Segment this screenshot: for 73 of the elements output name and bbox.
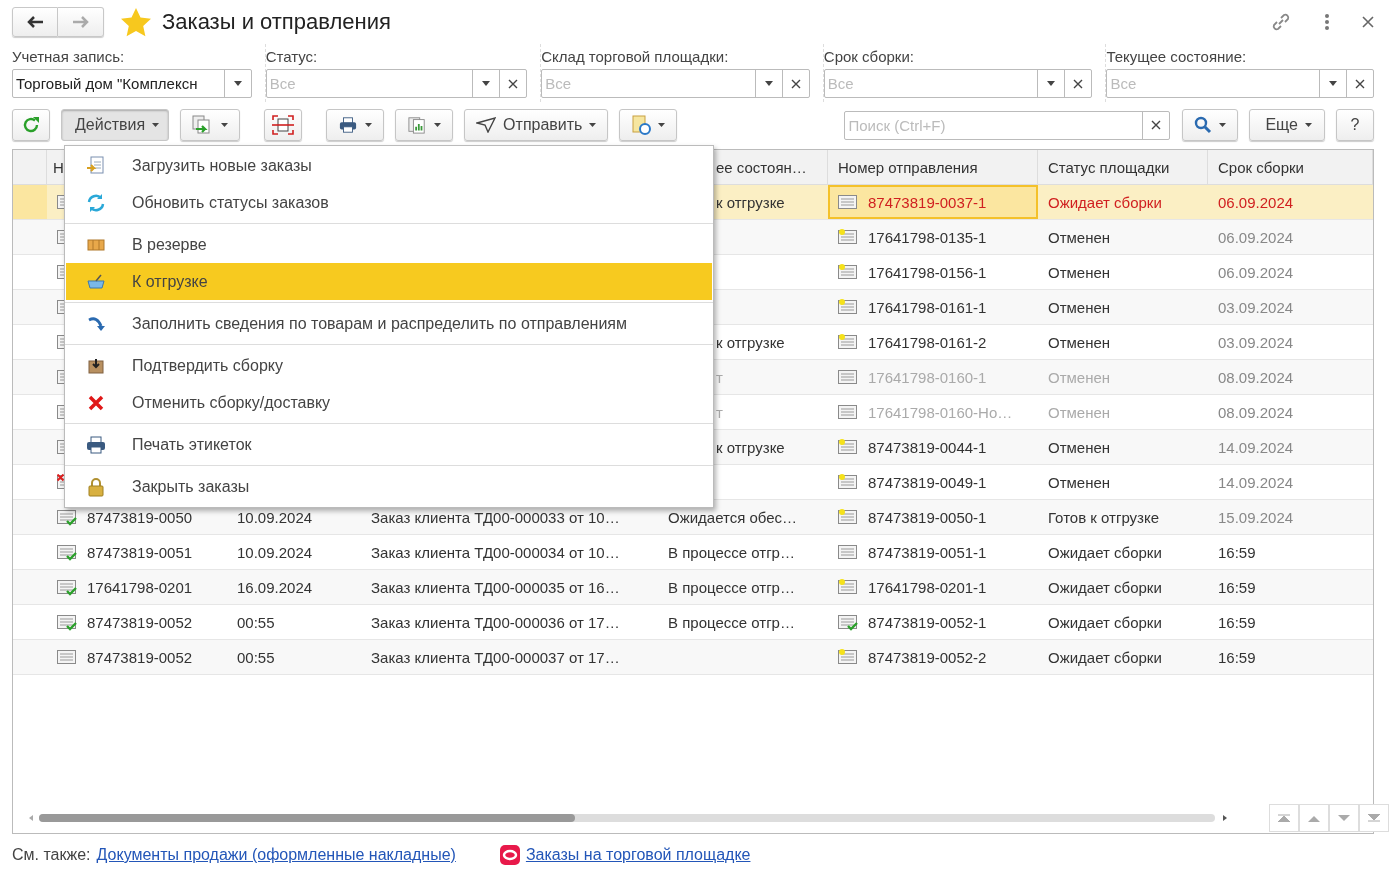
filter-label: Срок сборки: <box>823 47 915 65</box>
table-cell: Отменен <box>1048 438 1111 456</box>
table-cell: 08.09.2024 <box>1218 368 1294 386</box>
table-cell: Ожидает сборки <box>1048 543 1162 561</box>
table-cell: 06.09.2024 <box>1218 263 1294 281</box>
table-cell: Заказ клиента ТД00-000035 от 16… <box>371 578 620 596</box>
table-cell: 17641798-0156-1 <box>868 263 987 281</box>
table-cell: 16:59 <box>1218 613 1256 631</box>
filter-label: Склад торговой площадки: <box>541 47 730 65</box>
table-cell: Отменен <box>1048 333 1111 351</box>
table-cell: Отменен <box>1048 298 1111 316</box>
table-cell: В процессе отгр… <box>668 613 795 631</box>
table-cell: 14.09.2024 <box>1218 473 1294 491</box>
table-cell: 17641798-0201 <box>87 578 193 596</box>
table-cell: Заказ клиента ТД00-000033 от 10… <box>371 508 620 526</box>
table-cell: В процессе отгр… <box>668 543 795 561</box>
table-cell: Отменен <box>1048 473 1111 491</box>
table-cell: 00:55 <box>237 613 275 631</box>
table-cell: 87473819-0049-1 <box>868 473 987 491</box>
table-cell: 10.09.2024 <box>237 543 313 561</box>
table-cell: 87473819-0044-1 <box>868 438 987 456</box>
table-cell: Ожидает сборки <box>1048 193 1162 211</box>
table-cell: 87473819-0050 <box>87 508 193 526</box>
table-cell: т <box>716 368 723 386</box>
table-cell: 17641798-0135-1 <box>868 228 987 246</box>
table-cell: 16:59 <box>1218 648 1256 666</box>
table-cell: к отгрузке <box>716 193 785 211</box>
table-cell: 06.09.2024 <box>1218 228 1294 246</box>
table-cell: 10.09.2024 <box>237 508 313 526</box>
table-cell: Ожидает сборки <box>1048 648 1162 666</box>
table-cell: т <box>716 403 723 421</box>
table-cell: Заказ клиента ТД00-000036 от 17… <box>371 613 620 631</box>
table-cell: Отменен <box>1048 228 1111 246</box>
table-cell: 17641798-0160-1 <box>868 368 987 386</box>
table-cell: Заказ клиента ТД00-000034 от 10… <box>371 543 620 561</box>
table-cell: Отменен <box>1048 403 1111 421</box>
table-cell: 16:59 <box>1218 543 1256 561</box>
table-cell: Отменен <box>1048 368 1111 386</box>
table-cell: 17641798-0161-2 <box>868 333 987 351</box>
table-cell: 03.09.2024 <box>1218 298 1294 316</box>
table-cell: 17641798-0161-1 <box>868 298 987 316</box>
table-cell: 87473819-0052 <box>87 648 193 666</box>
table-cell: 87473819-0051 <box>87 543 193 561</box>
filter-label: Статус: <box>265 47 319 65</box>
table-cell: Заказ клиента ТД00-000037 от 17… <box>371 648 620 666</box>
window-title: Заказы и отправления <box>162 9 391 35</box>
table-cell: 87473819-0052-1 <box>868 613 987 631</box>
table-cell: В процессе отгр… <box>668 578 795 596</box>
table-cell: Ожидает сборки <box>1048 613 1162 631</box>
table-cell: 87473819-0052 <box>87 613 193 631</box>
table-cell: 16:59 <box>1218 578 1256 596</box>
table-cell: Отменен <box>1048 263 1111 281</box>
table-cell: Ожидается обес… <box>668 508 798 526</box>
table-cell: Ожидает сборки <box>1048 578 1162 596</box>
table-cell: 87473819-0037-1 <box>868 193 987 211</box>
table-cell: 08.09.2024 <box>1218 403 1294 421</box>
table-cell: 00:55 <box>237 648 275 666</box>
table-cell: 17641798-0201-1 <box>868 578 987 596</box>
table-cell: Готов к отгрузке <box>1048 508 1160 526</box>
table-cell: 87473819-0050-1 <box>868 508 987 526</box>
filter-label: Учетная запись: <box>12 47 126 65</box>
table-cell: 15.09.2024 <box>1218 508 1294 526</box>
table-cell: к отгрузке <box>716 438 785 456</box>
table-cell: 17641798-0160-Но… <box>868 403 1013 421</box>
table-cell: 87473819-0052-2 <box>868 648 987 666</box>
table-cell: 16.09.2024 <box>237 578 313 596</box>
table-cell: 87473819-0051-1 <box>868 543 987 561</box>
table-cell: 14.09.2024 <box>1218 438 1294 456</box>
filter-label: Текущее состояние: <box>1106 47 1248 65</box>
table-cell: 06.09.2024 <box>1218 193 1294 211</box>
table-cell: 03.09.2024 <box>1218 333 1294 351</box>
table-cell: к отгрузке <box>716 333 785 351</box>
see-also-label: См. также: <box>12 846 91 864</box>
